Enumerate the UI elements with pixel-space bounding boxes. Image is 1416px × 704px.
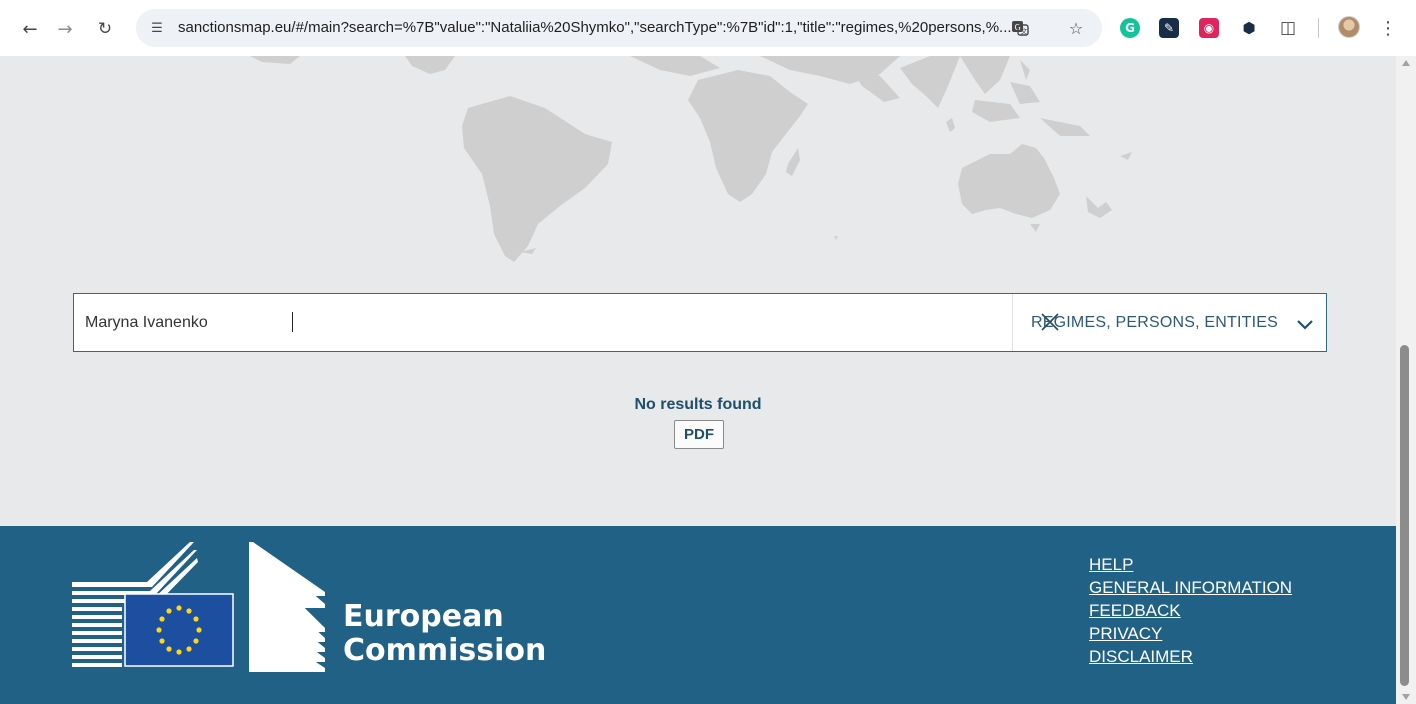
bookmark-star-icon[interactable]: ☆ [1066, 18, 1086, 38]
search-bar: REGIMES, PERSONS, ENTITIES [73, 293, 1327, 352]
scroll-up-arrow-icon[interactable] [1402, 60, 1410, 66]
forward-arrow-icon[interactable]: → [50, 14, 80, 44]
no-results-message: No results found [634, 396, 762, 413]
footer-link-general-information[interactable]: GENERAL INFORMATION [1089, 576, 1292, 599]
toolbar-divider [1318, 18, 1319, 38]
grammarly-icon[interactable]: G [1120, 18, 1140, 38]
reload-icon[interactable]: ↻ [90, 14, 120, 44]
eu-flag [124, 593, 234, 667]
footer-link-help[interactable]: HELP [1089, 553, 1292, 576]
logo-line-european: European [343, 599, 504, 634]
svg-text:文: 文 [1021, 27, 1028, 36]
logo-line-commission: Commission [343, 633, 547, 668]
profile-avatar[interactable] [1338, 16, 1360, 38]
site-info-icon[interactable]: ☰ [148, 19, 166, 37]
translate-icon[interactable]: G文 [1010, 18, 1030, 38]
scrollbar-thumb[interactable] [1400, 345, 1409, 686]
map-australia [958, 144, 1060, 218]
extension-icon[interactable]: ◉ [1199, 18, 1219, 38]
url-text[interactable]: sanctionsmap.eu/#/main?search=%7B"value"… [178, 19, 1020, 36]
extension-icon[interactable]: ✎ [1159, 18, 1179, 38]
map-north-america [250, 56, 300, 64]
back-arrow-icon[interactable]: ← [15, 14, 45, 44]
page-scrollbar[interactable] [1396, 56, 1416, 704]
footer-link-feedback[interactable]: FEEDBACK [1089, 599, 1292, 622]
search-type-label: REGIMES, PERSONS, ENTITIES [1031, 314, 1279, 331]
text-caret [292, 312, 293, 332]
logo-text: European Commission [343, 600, 546, 668]
footer: European Commission HELP GENERAL INFORMA… [0, 526, 1396, 704]
pdf-button[interactable]: PDF [674, 420, 724, 449]
extension-icon[interactable]: ⬢ [1239, 18, 1259, 38]
menu-kebab-icon[interactable]: ⋮ [1378, 14, 1398, 42]
scroll-down-arrow-icon[interactable] [1402, 694, 1410, 700]
footer-links: HELP GENERAL INFORMATION FEEDBACK PRIVAC… [1089, 553, 1292, 668]
chevron-down-icon [1295, 314, 1315, 334]
browser-toolbar: ← → ↻ ☰ sanctionsmap.eu/#/main?search=%7… [0, 0, 1416, 56]
search-type-select[interactable]: REGIMES, PERSONS, ENTITIES [1012, 294, 1326, 351]
map-south-america [462, 96, 612, 262]
world-map [250, 56, 1132, 262]
map-africa [688, 70, 808, 202]
footer-link-disclaimer[interactable]: DISCLAIMER [1089, 645, 1292, 668]
footer-link-privacy[interactable]: PRIVACY [1089, 622, 1292, 645]
page-content: REGIMES, PERSONS, ENTITIES No results fo… [0, 56, 1396, 704]
address-bar[interactable]: ☰ sanctionsmap.eu/#/main?search=%7B"valu… [136, 9, 1102, 47]
search-input[interactable] [74, 294, 1012, 351]
extensions-puzzle-icon[interactable]: ◫ [1278, 18, 1298, 38]
